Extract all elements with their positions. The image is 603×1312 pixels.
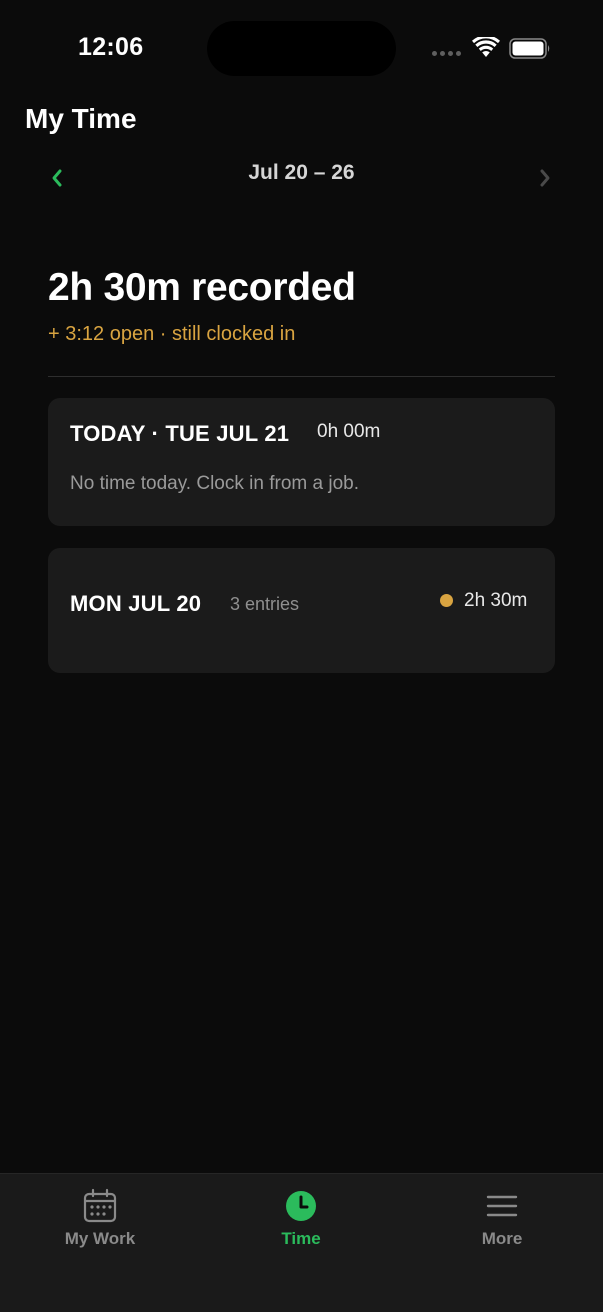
status-bar: 12:06 [0,0,603,90]
open-status-dot [440,594,453,607]
battery-icon [509,38,550,59]
clock-icon [286,1191,316,1221]
dynamic-island [207,21,396,76]
tab-my-work[interactable]: My Work [30,1186,170,1256]
weekly-total: 2h 30m recorded [48,266,356,309]
day-card-mon[interactable]: MON JUL 20 3 entries 2h 30m [48,548,555,673]
signal-icon [432,51,462,59]
page-title: My Time [25,103,137,134]
day-title: MON JUL 20 [70,591,202,616]
tab-time[interactable]: Time [231,1186,371,1256]
chevron-right-icon [540,169,550,187]
tab-label: Time [281,1229,321,1248]
entry-count: 3 entries [230,594,300,614]
wifi-icon [472,37,500,57]
menu-icon [486,1195,518,1217]
tab-label: More [481,1229,523,1248]
my-time-screen: 12:06 My Time Jul 20 – 26 2h 30m recorde… [0,0,603,1312]
tab-label: My Work [64,1229,136,1248]
week-navigator: Jul 20 – 26 [0,155,603,199]
tab-bar: My Work Time More [0,1173,603,1312]
day-total: 0h 00m [317,421,381,442]
tab-more[interactable]: More [432,1186,572,1256]
next-week-button[interactable] [528,161,562,195]
open-time-note: + 3:12 open · still clocked in [48,323,296,345]
day-total: 2h 30m [464,590,528,611]
status-time: 12:06 [78,33,144,61]
empty-day-message: No time today. Clock in from a job. [70,473,359,494]
divider [48,376,555,377]
day-title: TODAY · TUE JUL 21 [70,421,290,446]
day-card-today[interactable]: TODAY · TUE JUL 21 0h 00m No time today.… [48,398,555,526]
week-range-label: Jul 20 – 26 [248,161,355,184]
calendar-icon [83,1188,117,1223]
